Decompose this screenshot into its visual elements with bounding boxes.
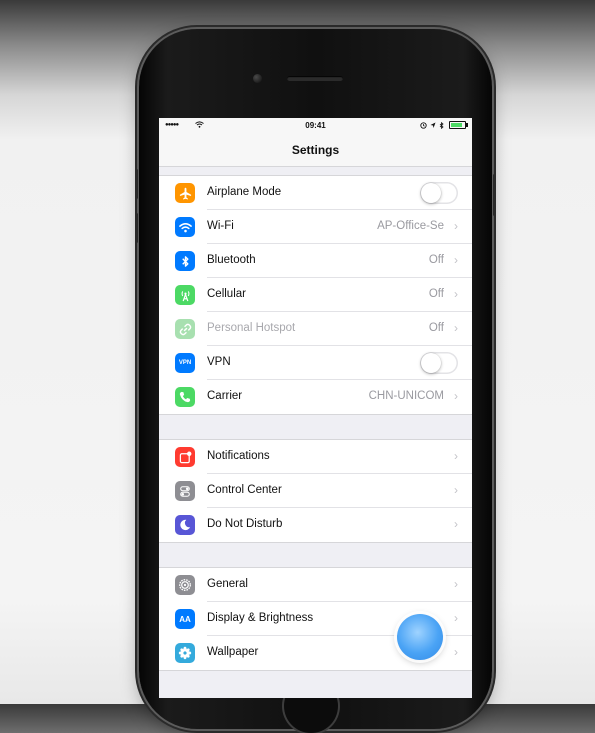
settings-row-label: Display & Brightness bbox=[207, 612, 314, 624]
settings-row-label: Airplane Mode bbox=[207, 186, 282, 198]
page-title: Settings bbox=[291, 143, 340, 157]
settings-row-notifications[interactable]: Notifications › bbox=[159, 440, 472, 474]
settings-row-value: CHN-UNICOM bbox=[368, 390, 444, 402]
chevron-right-icon: › bbox=[454, 449, 458, 463]
wallpaper-icon bbox=[175, 643, 195, 663]
battery-icon bbox=[449, 121, 468, 129]
location-icon bbox=[430, 122, 436, 128]
settings-row-value: AP-Office-Se bbox=[377, 220, 444, 232]
earpiece-speaker bbox=[287, 76, 343, 81]
settings-row-cellular[interactable]: Cellular Off › bbox=[159, 278, 472, 312]
settings-row-carrier[interactable]: Carrier CHN-UNICOM › bbox=[159, 380, 472, 414]
settings-row-label: Do Not Disturb bbox=[207, 518, 283, 530]
cellular-icon bbox=[175, 285, 195, 305]
phone-icon bbox=[175, 387, 195, 407]
settings-row-bluetooth[interactable]: Bluetooth Off › bbox=[159, 244, 472, 278]
power-button bbox=[493, 174, 496, 216]
chevron-right-icon: › bbox=[454, 321, 458, 335]
chevron-right-icon: › bbox=[454, 483, 458, 497]
settings-row-label: Wi-Fi bbox=[207, 220, 234, 232]
assistive-touch-button[interactable] bbox=[397, 614, 443, 660]
chevron-right-icon: › bbox=[454, 287, 458, 301]
settings-row-label: Wallpaper bbox=[207, 646, 259, 658]
alarm-icon bbox=[420, 121, 427, 129]
toggle-knob bbox=[421, 183, 441, 203]
moon-icon bbox=[175, 515, 195, 535]
settings-row-wi-fi[interactable]: Wi-Fi AP-Office-Se › bbox=[159, 210, 472, 244]
settings-row-label: Personal Hotspot bbox=[207, 322, 296, 334]
vpn-icon: VPN bbox=[175, 353, 195, 373]
battery-level bbox=[451, 123, 463, 127]
settings-row-label: Notifications bbox=[207, 450, 270, 462]
gear-icon bbox=[175, 575, 195, 595]
chevron-right-icon: › bbox=[454, 611, 458, 625]
vpn-toggle[interactable] bbox=[420, 352, 458, 374]
settings-group-connectivity: Airplane Mode Wi-Fi AP-Office-Se › Bluetooth… bbox=[159, 175, 472, 415]
toggle-knob bbox=[421, 353, 441, 373]
settings-row-general[interactable]: General › bbox=[159, 568, 472, 602]
settings-row-value: Off bbox=[428, 322, 444, 334]
notifications-icon bbox=[175, 447, 195, 467]
control-center-icon bbox=[175, 481, 195, 501]
settings-row-label: VPN bbox=[207, 356, 231, 368]
chevron-right-icon: › bbox=[454, 577, 458, 591]
chevron-right-icon: › bbox=[454, 219, 458, 233]
settings-row-label: Carrier bbox=[207, 390, 243, 402]
settings-row-label: Control Center bbox=[207, 484, 282, 496]
airplane-icon bbox=[175, 183, 195, 203]
settings-row-value: Off bbox=[428, 254, 444, 266]
front-camera bbox=[253, 74, 262, 83]
bluetooth-status-icon bbox=[439, 121, 444, 129]
status-right-group bbox=[420, 121, 468, 129]
settings-row-label: Cellular bbox=[207, 288, 246, 300]
settings-row-label: General bbox=[207, 578, 248, 590]
settings-row-airplane-mode[interactable]: Airplane Mode bbox=[159, 176, 472, 210]
bluetooth-icon bbox=[175, 251, 195, 271]
settings-row-vpn[interactable]: VPN VPN bbox=[159, 346, 472, 380]
settings-row-do-not-disturb[interactable]: Do Not Disturb › bbox=[159, 508, 472, 542]
chevron-right-icon: › bbox=[454, 389, 458, 403]
settings-row-personal-hotspot[interactable]: Personal Hotspot Off › bbox=[159, 312, 472, 346]
personal-hotspot-icon bbox=[175, 319, 195, 339]
volume-up-button bbox=[135, 169, 138, 199]
navigation-bar: Settings bbox=[159, 134, 472, 167]
display-brightness-icon: AA bbox=[175, 609, 195, 629]
chevron-right-icon: › bbox=[454, 645, 458, 659]
chevron-right-icon: › bbox=[454, 253, 458, 267]
settings-row-control-center[interactable]: Control Center › bbox=[159, 474, 472, 508]
settings-row-label: Bluetooth bbox=[207, 254, 256, 266]
chevron-right-icon: › bbox=[454, 517, 458, 531]
airplane-mode-toggle[interactable] bbox=[420, 182, 458, 204]
status-bar: ●●●●● 09:41 bbox=[159, 118, 472, 134]
wifi-icon bbox=[175, 217, 195, 237]
phone-screen: ●●●●● 09:41 Settings Airplane Mode Wi-Fi A… bbox=[159, 118, 472, 698]
settings-group-system: Notifications › Control Center › Do Not Dist… bbox=[159, 439, 472, 543]
volume-down-button bbox=[135, 213, 138, 243]
settings-row-value: Off bbox=[428, 288, 444, 300]
